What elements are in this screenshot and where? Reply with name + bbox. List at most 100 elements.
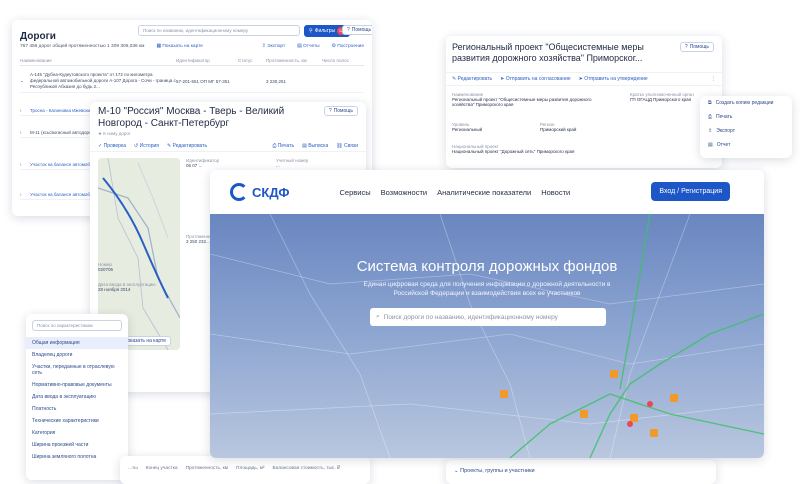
project-toolbar: ✎ Редактировать ➤ Отправить на согласова…: [446, 72, 722, 86]
reports-link[interactable]: ▤ Отчеты: [297, 44, 319, 49]
help-icon: ?: [328, 108, 332, 114]
login-button[interactable]: Вход / Регистрация: [651, 182, 730, 201]
col-header[interactable]: Балансовая стоимость, тыс. ₽: [273, 466, 341, 471]
filters-label: Фильтры: [314, 28, 336, 34]
menu-item-report[interactable]: ▤ Отчет: [700, 138, 792, 152]
field-number: Номер 020705: [98, 262, 178, 272]
row-length: 3 230,251: [266, 78, 287, 84]
filter-item[interactable]: Владелец дороги: [26, 349, 128, 361]
send-approval-label: Отправить на согласование: [505, 76, 571, 82]
nav-analytics[interactable]: Аналитические показатели: [437, 188, 531, 197]
roads-table-header: Наименование Идентификатор Статус Протяж…: [20, 58, 364, 66]
map-graphic: [210, 213, 764, 458]
project-participants-link[interactable]: ⌄ Проекты, группы и участники: [446, 460, 716, 482]
menu-item-print[interactable]: ⎙ Печать: [700, 110, 792, 124]
export-link[interactable]: ⇪ Экспорт: [262, 44, 285, 49]
col-id[interactable]: Идентификатор: [176, 58, 238, 63]
field-level: Уровень Региональный: [452, 122, 532, 132]
edit-label: Редактировать: [457, 76, 493, 82]
roads-search-input[interactable]: Поиск по названию, идентификационному но…: [138, 25, 300, 36]
send-approval-button[interactable]: ➤ Отправить на согласование: [500, 76, 571, 82]
help-icon: ?: [347, 27, 350, 33]
show-map-link[interactable]: ▦ Показать на карте: [156, 44, 203, 49]
print-button[interactable]: ⎙ Печать: [272, 143, 294, 149]
more-icon[interactable]: ⋮: [711, 76, 716, 82]
filter-item[interactable]: Платность: [26, 403, 128, 415]
brand-logo[interactable]: СКДФ: [230, 183, 290, 201]
reports-label: Отчеты: [303, 44, 320, 49]
col-length[interactable]: Протяженность, км: [266, 58, 322, 63]
filter-item[interactable]: Нормативно-правовые документы: [26, 379, 128, 391]
filter-item[interactable]: Ширина земляного полотна: [26, 451, 128, 463]
menu-item-label: Экспорт: [716, 128, 735, 134]
project-help-label: Помощь: [689, 44, 709, 50]
road-help-label: Помощь: [333, 108, 353, 114]
history-button[interactable]: ↺ История: [134, 143, 159, 149]
menu-item-label: Создать копию редакции: [715, 100, 774, 106]
project-help-button[interactable]: ? Помощь: [679, 42, 714, 52]
main-menu: Сервисы Возможности Аналитические показа…: [340, 188, 571, 197]
col-lanes[interactable]: Число полос: [322, 58, 349, 63]
history-label: История: [139, 142, 159, 149]
filter-icon: ⚲: [309, 28, 313, 34]
field-value: 28 ноября 2014: [98, 287, 131, 292]
row-id: 57-201-551 ОП МГ 57-351: [176, 78, 230, 84]
nav-news[interactable]: Новости: [541, 188, 570, 197]
print-label: Печать: [277, 142, 295, 149]
send-confirm-label: Отправить на утверждение: [584, 76, 648, 82]
col-header[interactable]: Конец участка: [146, 466, 178, 471]
expand-icon[interactable]: ⌄: [20, 78, 30, 84]
expand-icon[interactable]: ›: [20, 162, 30, 167]
col-header[interactable]: ...ты: [128, 466, 138, 471]
nav-services[interactable]: Сервисы: [340, 188, 371, 197]
sections-table-header: ...ты Конец участка Протяженность, км Пл…: [120, 456, 370, 481]
filter-item[interactable]: Участки, переданные в отраслевую сеть: [26, 361, 128, 379]
hero-search-input[interactable]: ⌕ Поиск дороги по названию, идентификаци…: [370, 308, 606, 326]
filter-item[interactable]: Технические характеристики: [26, 415, 128, 427]
expand-icon[interactable]: ›: [20, 108, 30, 113]
road-category-label: К ному дорог: [103, 131, 131, 136]
filter-item[interactable]: Дата ввода в эксплуатацию: [26, 391, 128, 403]
menu-item-export[interactable]: ⇪ Экспорт: [700, 124, 792, 138]
road-category: ★ К ному дорог: [98, 131, 131, 137]
links-button[interactable]: ⛓ Связи: [336, 143, 358, 149]
help-icon: ?: [684, 44, 688, 50]
menu-item-label: Отчет: [716, 142, 731, 148]
edit-button[interactable]: ✎ Редактировать: [452, 76, 492, 82]
expand-icon[interactable]: ›: [20, 130, 30, 135]
col-header[interactable]: Площадь, м²: [236, 466, 264, 471]
filter-item[interactable]: Общая информация: [26, 337, 128, 349]
col-name[interactable]: Наименование: [20, 58, 176, 63]
brand-name: СКДФ: [252, 184, 290, 200]
table-row[interactable]: ⌄ А-145 "Дубна-Кудеутовского проекта" от…: [20, 70, 364, 93]
expand-icon[interactable]: ›: [20, 192, 30, 197]
edit-button[interactable]: ✎ Редактировать: [167, 143, 207, 149]
hero-search-placeholder: Поиск дороги по названию, идентификацион…: [383, 313, 558, 321]
check-button[interactable]: ✓ Проверка: [98, 143, 126, 149]
field-value: ...: [276, 163, 280, 168]
filter-item[interactable]: Ширина проезжей части: [26, 439, 128, 451]
project-actions-menu: ⧉ Создать копию редакции ⎙ Печать ⇪ Экспорт…: [700, 96, 792, 158]
road-help-button[interactable]: ? Помощь: [323, 106, 358, 116]
filter-item[interactable]: Категория: [26, 427, 128, 439]
field-value: 020705: [98, 267, 114, 272]
col-status[interactable]: Статус: [238, 58, 266, 63]
field-national-project: Национальный проект Национальный проект …: [452, 144, 652, 154]
construct-link[interactable]: ⚙ Построение: [332, 44, 364, 49]
extract-button[interactable]: ▤ Выписка: [302, 143, 328, 149]
characteristics-search-input[interactable]: Поиск по характеристикам: [32, 320, 122, 331]
roads-title: Дороги: [20, 31, 56, 42]
project-title: Региональный проект "Общесистемные меры …: [452, 42, 644, 63]
field-value: 06 07 ...: [186, 163, 203, 168]
hero-map-background: [210, 213, 764, 458]
menu-item-label: Печать: [716, 114, 733, 120]
field-value: Национальный проект "Дорожный сеть" Прим…: [452, 149, 575, 154]
hero-subheading: Единая цифровая среда для получения инфо…: [363, 281, 611, 297]
col-header[interactable]: Протяженность, км: [186, 466, 228, 471]
send-confirm-button[interactable]: ➤ Отправить на утверждение: [579, 76, 648, 82]
nav-features[interactable]: Возможности: [381, 188, 427, 197]
edit-label: Редактировать: [172, 142, 208, 149]
menu-item-copy[interactable]: ⧉ Создать копию редакции: [700, 96, 792, 110]
field-commission-date: Дата ввода в эксплуатацию 28 ноября 2014: [98, 282, 178, 292]
roads-help-button[interactable]: ? Помощь: [342, 25, 372, 35]
